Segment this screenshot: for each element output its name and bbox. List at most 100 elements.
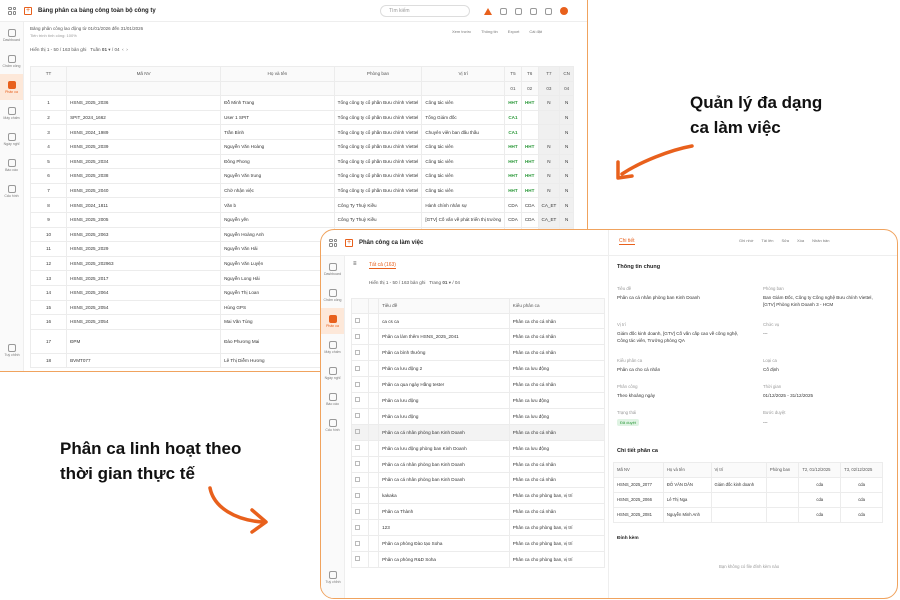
preview-button[interactable]: Xem trước xyxy=(452,29,471,34)
row-checkbox[interactable] xyxy=(350,455,370,473)
table-row[interactable]: 2 SPIT_2024_1662 User 1 SPIT Tổng công ty c… xyxy=(29,109,574,126)
add-icon[interactable]: + xyxy=(24,6,32,15)
sidebar-item-config[interactable]: Cấu hình xyxy=(321,412,344,438)
info-button[interactable]: Thông tin xyxy=(481,29,498,34)
sidebar-item-custom[interactable]: Tuỳ chỉnh xyxy=(0,337,24,363)
list-item[interactable]: Phân ca cá nhân phòng ban Kinh Doanh Phân… xyxy=(350,423,606,441)
row-checkbox[interactable] xyxy=(350,439,370,457)
avatar[interactable] xyxy=(560,7,568,15)
list-item[interactable]: Phân ca làm thêm HSNS_2025_2041 Phân ca c… xyxy=(350,328,606,346)
sidebar-item-attendance[interactable]: Chấm công xyxy=(0,48,23,74)
sidebar-item-report[interactable]: Báo cáo xyxy=(321,386,344,412)
app-grid-icon[interactable] xyxy=(329,238,337,247)
table-row[interactable]: 1 HSNS_2025_2036 Đỗ Minh Trang Tổng công ty… xyxy=(29,95,574,111)
checkbox-icon[interactable] xyxy=(355,445,360,451)
add-icon[interactable]: + xyxy=(345,238,353,247)
list-item[interactable]: Phân ca lưu động 2 Phân ca lưu động xyxy=(350,360,606,378)
list-item[interactable]: Phân ca lưu động Phân ca lưu động xyxy=(350,407,606,425)
delete-button[interactable]: Xóa xyxy=(797,238,804,243)
list-item[interactable]: Phân ca cá nhân phòng ban Kinh Doanh Phân… xyxy=(350,455,606,473)
checkbox-icon[interactable] xyxy=(355,365,360,371)
menu-icon[interactable]: ≡ xyxy=(353,261,357,267)
checkbox-icon[interactable] xyxy=(355,318,360,324)
export-button[interactable]: Export xyxy=(508,29,520,34)
list-item[interactable]: Phân ca Thành Phân ca cho cá nhân xyxy=(350,503,606,521)
sidebar-item-dashboard[interactable]: Dashboard xyxy=(321,256,344,282)
row-checkbox[interactable] xyxy=(350,376,370,394)
row-checkbox[interactable] xyxy=(350,550,370,568)
chevron-down-icon[interactable]: ▾ xyxy=(108,47,110,52)
table-row[interactable]: 6 HSNS_2025_2038 Nguyễn Văn trung Tổng công… xyxy=(29,168,574,184)
checkbox-icon[interactable] xyxy=(355,524,360,530)
list-item[interactable]: Phân ca phòng Đào tạo Soha Phân ca cho ph… xyxy=(350,535,606,552)
checkbox-icon[interactable] xyxy=(355,556,360,562)
table-row[interactable]: HSNS_2025_2066 Lê Thị Nga cda cda xyxy=(613,491,883,508)
chevron-down-icon[interactable]: ▾ xyxy=(449,280,451,285)
checkbox-icon[interactable] xyxy=(355,461,360,467)
table-row[interactable]: 5 HSNS_2025_2034 Đông Phong Tổng công ty cổ… xyxy=(29,153,574,170)
checkbox-icon[interactable] xyxy=(355,476,360,482)
edit-button[interactable]: Sửa xyxy=(781,238,789,243)
list-item[interactable]: Phân ca qua ngày Hằng tester Phân ca cho … xyxy=(350,376,606,394)
page-select[interactable]: 01 xyxy=(442,280,447,285)
warning-icon[interactable] xyxy=(484,7,492,15)
table-row[interactable]: 7 HSNS_2025_2040 Chờ nhận việc Tổng công ty… xyxy=(29,182,574,199)
tab-all[interactable]: Tất cả (163) xyxy=(369,262,396,269)
bell-icon[interactable] xyxy=(545,7,552,15)
checkbox-icon[interactable] xyxy=(355,429,360,435)
checkbox-icon[interactable] xyxy=(355,349,360,355)
list-item[interactable]: Phân ca lưu động phòng ban Kinh Doanh Phâ… xyxy=(350,439,606,457)
row-checkbox[interactable] xyxy=(350,344,370,362)
list-item[interactable]: ca cs ca Phân ca cho cá nhân xyxy=(350,312,606,330)
table-row[interactable]: 9 HSNS_2025_2005 Nguyễn yến Công Ty Thuỳ Ki… xyxy=(29,211,574,228)
table-row[interactable]: 4 HSNS_2025_2039 Nguyễn Văn Hoàng Tổng công… xyxy=(29,138,574,155)
checkbox-icon[interactable] xyxy=(355,540,360,546)
sidebar-item-dashboard[interactable]: Dashboard xyxy=(0,22,23,48)
search-input[interactable]: Tìm kiếm xyxy=(380,5,470,17)
row-checkbox[interactable] xyxy=(350,471,370,489)
checkbox-icon[interactable] xyxy=(355,333,360,339)
row-checkbox[interactable] xyxy=(350,407,370,425)
row-checkbox[interactable] xyxy=(350,312,370,330)
duplicate-button[interactable]: Nhân bản xyxy=(812,238,829,243)
bookmark-button[interactable]: Ghi nhớ xyxy=(739,238,753,243)
week-select[interactable]: 01 xyxy=(102,47,107,52)
table-row[interactable]: 3 HSNS_2024_1989 Trần Bình Tổng công ty cổ … xyxy=(29,124,574,140)
sidebar-item-device[interactable]: Máy chấm xyxy=(0,100,23,126)
row-checkbox[interactable] xyxy=(350,328,370,346)
prev-icon[interactable]: ‹ xyxy=(122,47,124,52)
app-grid-icon[interactable] xyxy=(8,6,16,15)
sidebar-item-shift[interactable]: Phân ca xyxy=(0,74,23,100)
list-item[interactable]: Phân ca bình thường Phân ca cho cá nhân xyxy=(350,344,606,362)
list-item[interactable]: 123 Phân ca cho phòng ban, vị trí xyxy=(350,519,606,537)
next-icon[interactable]: › xyxy=(126,47,128,52)
list-item[interactable]: kakaka Phân ca cho phòng ban, vị trí xyxy=(350,487,606,505)
row-checkbox[interactable] xyxy=(350,503,370,521)
chat-icon[interactable] xyxy=(515,7,522,15)
sidebar-item-shift[interactable]: Phân ca xyxy=(321,308,344,334)
list-item[interactable]: Phân ca lưu động Phân ca lưu động xyxy=(350,392,606,409)
calendar-icon[interactable] xyxy=(500,7,507,15)
list-item[interactable]: Phân ca cá nhân phòng ban Kinh Doanh Phân… xyxy=(350,471,606,489)
checkbox-icon[interactable] xyxy=(355,508,360,514)
row-checkbox[interactable] xyxy=(350,519,370,537)
tab-detail[interactable]: Chi tiết xyxy=(619,238,635,245)
table-row[interactable]: 8 HSNS_2024_1811 Văn b Công Ty Thuỳ Kiều Hàn… xyxy=(29,197,574,213)
row-checkbox[interactable] xyxy=(350,423,370,441)
sidebar-item-config[interactable]: Cấu hình xyxy=(0,178,23,204)
list-item[interactable]: Phân ca phòng R&D Soha Phân ca cho phòng … xyxy=(350,550,606,568)
message-icon[interactable] xyxy=(530,7,537,15)
sidebar-item-attendance[interactable]: Chấm công xyxy=(321,282,344,308)
checkbox-icon[interactable] xyxy=(355,381,360,387)
sidebar-item-device[interactable]: Máy chấm xyxy=(321,334,344,360)
row-checkbox[interactable] xyxy=(350,487,370,505)
sidebar-item-custom[interactable]: Tuỳ chỉnh xyxy=(321,564,345,590)
sidebar-item-leave[interactable]: Ngày nghỉ xyxy=(321,360,344,386)
upload-button[interactable]: Tải lên xyxy=(761,238,773,243)
checkbox-icon[interactable] xyxy=(355,492,360,498)
sidebar-item-leave[interactable]: Ngày nghỉ xyxy=(0,126,23,152)
row-checkbox[interactable] xyxy=(350,535,370,552)
table-row[interactable]: HSNS_2025_2081 Nguyễn Minh Anh cda cda xyxy=(613,506,883,523)
checkbox-icon[interactable] xyxy=(355,413,360,419)
sidebar-item-report[interactable]: Báo cáo xyxy=(0,152,23,178)
